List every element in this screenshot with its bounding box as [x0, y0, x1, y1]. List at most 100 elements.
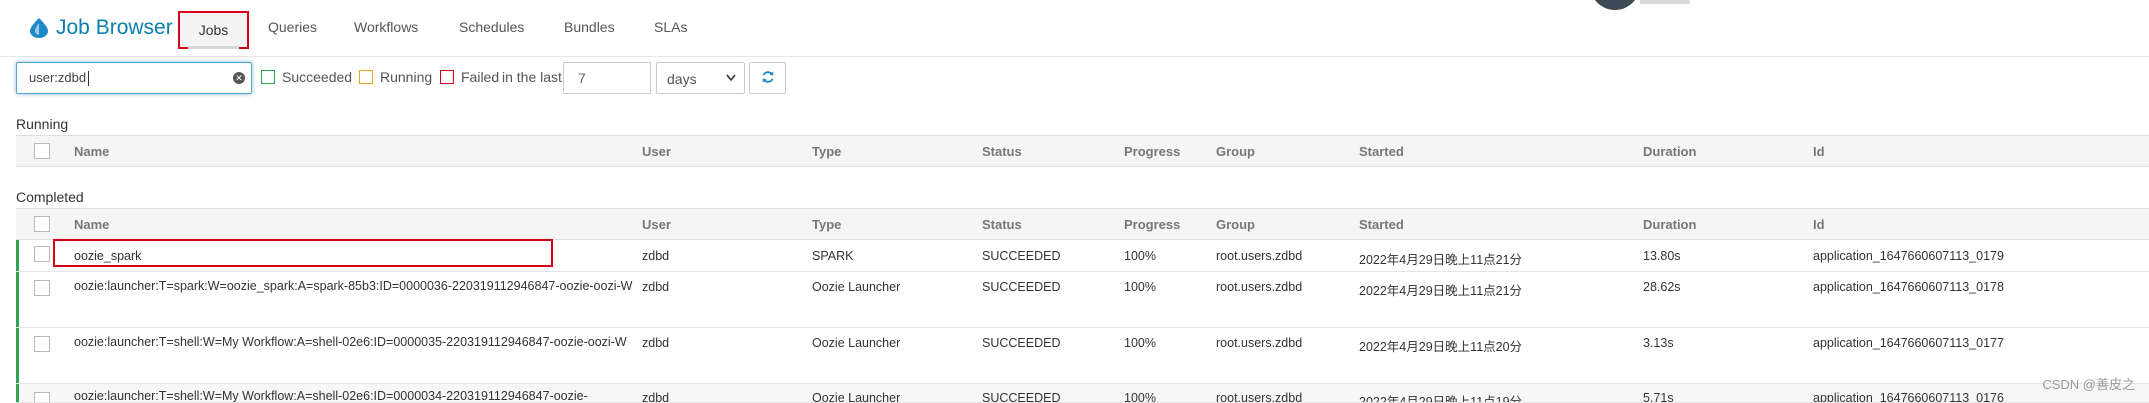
- status-success-bar: [16, 272, 19, 327]
- job-user: zdbd: [642, 249, 670, 263]
- top-navbar: Job Browser Jobs Queries Workflows Sched…: [0, 0, 2149, 57]
- completed-section-title: Completed: [16, 189, 84, 205]
- job-id[interactable]: application_1647660607113_0178: [1813, 280, 2004, 294]
- job-user: zdbd: [642, 391, 670, 403]
- col-user[interactable]: User: [642, 144, 671, 159]
- job-duration: 13.80s: [1643, 249, 1681, 263]
- completed-table-header: Name User Type Status Progress Group Sta…: [16, 208, 2149, 240]
- running-section-title: Running: [16, 116, 69, 132]
- job-id[interactable]: application_1647660607113_0176: [1813, 391, 2004, 402]
- refresh-icon: [761, 70, 775, 87]
- tab-workflows[interactable]: Workflows: [354, 19, 418, 35]
- job-name[interactable]: oozie:launcher:T=shell:W=My Workflow:A=s…: [74, 330, 634, 354]
- table-row[interactable]: oozie:launcher:T=shell:W=My Workflow:A=s…: [16, 384, 2149, 403]
- job-type: SPARK: [812, 249, 854, 263]
- col-progress[interactable]: Progress: [1124, 144, 1180, 159]
- days-count-value: 7: [578, 70, 586, 86]
- row-checkbox[interactable]: [34, 280, 50, 296]
- col-duration[interactable]: Duration: [1643, 144, 1696, 159]
- job-type: Oozie Launcher: [812, 391, 901, 403]
- clear-circle-icon[interactable]: ✕: [233, 72, 245, 84]
- job-id[interactable]: application_1647660607113_0177: [1813, 336, 2004, 350]
- job-started: 2022年4月29日晚上11点20分: [1359, 340, 1523, 354]
- avatar[interactable]: [1590, 0, 1640, 10]
- job-started: 2022年4月29日晚上11点19分: [1359, 395, 1523, 403]
- col-duration[interactable]: Duration: [1643, 217, 1696, 232]
- col-group[interactable]: Group: [1216, 144, 1255, 159]
- job-started: 2022年4月29日晚上11点21分: [1359, 284, 1523, 298]
- job-duration: 3.13s: [1643, 336, 1674, 350]
- tab-queries[interactable]: Queries: [268, 19, 317, 35]
- col-type[interactable]: Type: [812, 144, 841, 159]
- app-logo[interactable]: Job Browser: [28, 14, 173, 42]
- days-count-input[interactable]: 7: [563, 62, 651, 94]
- succeeded-checkbox[interactable]: [261, 70, 275, 84]
- row-checkbox[interactable]: [34, 392, 50, 402]
- col-name[interactable]: Name: [74, 144, 109, 159]
- job-user: zdbd: [642, 280, 670, 294]
- job-progress: 100%: [1124, 280, 1156, 294]
- job-progress: 100%: [1124, 336, 1156, 350]
- search-input[interactable]: user:zdbd ✕: [16, 62, 252, 94]
- completed-select-all-checkbox[interactable]: [34, 216, 50, 232]
- job-name[interactable]: oozie:launcher:T=spark:W=oozie_spark:A=s…: [74, 274, 634, 298]
- job-group: root.users.zdbd: [1216, 336, 1303, 350]
- hue-logo-icon: [28, 17, 50, 39]
- col-status[interactable]: Status: [982, 144, 1022, 159]
- col-started[interactable]: Started: [1359, 144, 1404, 159]
- job-progress: 100%: [1124, 249, 1156, 263]
- watermark-text: CSDN @善皮之: [2042, 377, 2135, 392]
- row-checkbox[interactable]: [34, 336, 50, 352]
- tab-jobs[interactable]: Jobs: [178, 11, 249, 49]
- job-status: SUCCEEDED: [982, 280, 1061, 294]
- col-type[interactable]: Type: [812, 217, 841, 232]
- running-label: Running: [380, 69, 433, 85]
- col-name[interactable]: Name: [74, 217, 109, 232]
- col-progress[interactable]: Progress: [1124, 217, 1180, 232]
- job-status: SUCCEEDED: [982, 336, 1061, 350]
- chevron-down-icon: [726, 69, 736, 90]
- tab-schedules[interactable]: Schedules: [459, 19, 524, 35]
- job-duration: 5.71s: [1643, 391, 1674, 403]
- search-input-value: user:zdbd: [29, 70, 90, 87]
- running-select-all-checkbox[interactable]: [34, 143, 50, 159]
- col-id[interactable]: Id: [1813, 217, 1825, 232]
- col-group[interactable]: Group: [1216, 217, 1255, 232]
- status-success-bar: [16, 240, 19, 271]
- tab-bundles[interactable]: Bundles: [564, 19, 615, 35]
- job-started: 2022年4月29日晚上11点21分: [1359, 253, 1523, 267]
- job-name[interactable]: oozie:launcher:T=shell:W=My Workflow:A=s…: [74, 389, 588, 402]
- col-status[interactable]: Status: [982, 217, 1022, 232]
- col-started[interactable]: Started: [1359, 217, 1404, 232]
- avatar-tab-indicator: [1640, 0, 1690, 4]
- failed-checkbox[interactable]: [440, 70, 454, 84]
- col-user[interactable]: User: [642, 217, 671, 232]
- table-row[interactable]: oozie:launcher:T=spark:W=oozie_spark:A=s…: [16, 272, 2149, 328]
- running-checkbox[interactable]: [359, 70, 373, 84]
- app-title: Job Browser: [56, 16, 173, 39]
- tab-slas[interactable]: SLAs: [654, 19, 687, 35]
- highlight-annotation-box: [53, 239, 553, 267]
- job-type: Oozie Launcher: [812, 336, 901, 350]
- job-user: zdbd: [642, 336, 670, 350]
- status-success-bar: [16, 328, 19, 383]
- row-checkbox[interactable]: [34, 246, 50, 262]
- job-group: root.users.zdbd: [1216, 280, 1303, 294]
- status-success-bar: [16, 384, 19, 402]
- job-progress: 100%: [1124, 391, 1156, 403]
- job-duration: 28.62s: [1643, 280, 1681, 294]
- job-id[interactable]: application_1647660607113_0179: [1813, 249, 2004, 263]
- days-unit-select[interactable]: days: [656, 62, 745, 94]
- tab-jobs-label: Jobs: [198, 22, 229, 38]
- refresh-button[interactable]: [749, 62, 786, 94]
- succeeded-label: Succeeded: [282, 69, 353, 85]
- job-type: Oozie Launcher: [812, 280, 901, 294]
- job-status: SUCCEEDED: [982, 391, 1061, 403]
- job-status: SUCCEEDED: [982, 249, 1061, 263]
- days-unit-value: days: [667, 71, 697, 87]
- table-row[interactable]: oozie:launcher:T=shell:W=My Workflow:A=s…: [16, 328, 2149, 384]
- job-group: root.users.zdbd: [1216, 391, 1303, 403]
- in-the-last-label: in the last: [502, 69, 562, 85]
- col-id[interactable]: Id: [1813, 144, 1825, 159]
- running-table-header: Name User Type Status Progress Group Sta…: [16, 135, 2149, 167]
